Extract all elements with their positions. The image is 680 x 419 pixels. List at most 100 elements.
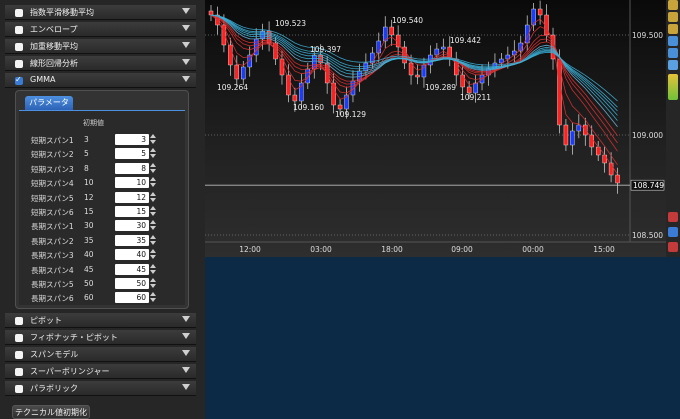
indicator-checkbox[interactable] bbox=[15, 317, 23, 325]
param-stepper[interactable] bbox=[150, 278, 156, 289]
chart-canvas[interactable]: 109.500 109.000 108.500 108.749 12:00 03:00 18… bbox=[205, 0, 666, 257]
param-input[interactable]: 10 bbox=[115, 177, 149, 189]
stepper-up-icon[interactable] bbox=[150, 249, 156, 254]
param-stepper[interactable] bbox=[150, 134, 156, 145]
param-input[interactable]: 40 bbox=[115, 249, 149, 261]
price-tick-label: 109.500 bbox=[632, 31, 663, 40]
indicator-row-top_items-0[interactable]: 指数平滑移動平均 bbox=[5, 5, 196, 20]
indicator-row-bottom_items-1[interactable]: フィボナッチ・ピボット bbox=[5, 330, 196, 345]
param-input[interactable]: 8 bbox=[115, 162, 149, 174]
indicator-checkbox[interactable] bbox=[15, 60, 23, 68]
stepper-up-icon[interactable] bbox=[150, 162, 156, 167]
indicator-row-bottom_items-0[interactable]: ピボット bbox=[5, 313, 196, 328]
stepper-down-icon[interactable] bbox=[150, 212, 156, 216]
param-stepper[interactable] bbox=[150, 162, 156, 174]
stepper-down-icon[interactable] bbox=[150, 298, 156, 303]
param-default: 40 bbox=[84, 250, 94, 260]
chevron-down-icon[interactable] bbox=[182, 76, 190, 82]
param-stepper[interactable] bbox=[150, 220, 156, 231]
chevron-down-icon[interactable] bbox=[182, 316, 190, 322]
tool-icon-7[interactable] bbox=[668, 212, 678, 222]
indicator-row-bottom_items-4[interactable]: パラボリック bbox=[5, 381, 196, 396]
candle-body bbox=[563, 124, 569, 146]
param-stepper[interactable] bbox=[150, 292, 156, 303]
stepper-down-icon[interactable] bbox=[150, 154, 156, 159]
param-stepper[interactable] bbox=[150, 206, 156, 217]
indicator-checkbox[interactable] bbox=[15, 75, 23, 85]
parameter-panel: パラメータ 初期値 短期スパン1 3 3 短期スパン2 5 5 短期スパン3 8 8 短期スパン4… bbox=[15, 90, 189, 309]
chevron-down-icon[interactable] bbox=[182, 59, 190, 65]
param-stepper[interactable] bbox=[150, 191, 156, 203]
tab-parameters[interactable]: パラメータ bbox=[25, 96, 73, 110]
stepper-up-icon[interactable] bbox=[150, 278, 156, 282]
stepper-down-icon[interactable] bbox=[150, 255, 156, 260]
indicator-checkbox[interactable] bbox=[15, 43, 23, 51]
reset-technical-button[interactable]: テクニカル値初期化 bbox=[12, 405, 90, 419]
stepper-down-icon[interactable] bbox=[150, 284, 156, 288]
param-stepper[interactable] bbox=[150, 234, 156, 246]
stepper-up-icon[interactable] bbox=[150, 263, 156, 268]
param-stepper[interactable] bbox=[150, 249, 156, 260]
indicator-checkbox[interactable] bbox=[15, 26, 23, 34]
stepper-down-icon[interactable] bbox=[150, 183, 156, 188]
param-stepper[interactable] bbox=[150, 177, 156, 188]
tool-icon-6[interactable] bbox=[668, 60, 678, 70]
tool-icon-8[interactable] bbox=[668, 227, 678, 237]
param-input[interactable]: 60 bbox=[115, 292, 149, 304]
param-input[interactable]: 15 bbox=[115, 206, 149, 217]
stepper-down-icon[interactable] bbox=[150, 226, 156, 231]
stepper-up-icon[interactable] bbox=[150, 206, 156, 210]
candle-body bbox=[241, 66, 246, 80]
tool-icon-3[interactable] bbox=[668, 24, 678, 34]
indicator-checkbox[interactable] bbox=[15, 385, 23, 393]
indicator-row-bottom_items-3[interactable]: スーパーボリンジャー bbox=[5, 364, 196, 379]
tool-icon-1[interactable] bbox=[668, 0, 678, 10]
indicator-checkbox[interactable] bbox=[15, 368, 23, 376]
stepper-down-icon[interactable] bbox=[150, 269, 156, 274]
param-default: 45 bbox=[84, 264, 94, 274]
chevron-down-icon[interactable] bbox=[182, 384, 190, 390]
param-input[interactable]: 50 bbox=[115, 278, 149, 289]
indicator-row-top_items-3[interactable]: 線形回帰分析 bbox=[5, 56, 196, 71]
indicator-row-top_items-2[interactable]: 加重移動平均 bbox=[5, 39, 196, 54]
param-stepper[interactable] bbox=[150, 263, 156, 275]
chevron-down-icon[interactable] bbox=[182, 333, 190, 339]
indicator-checkbox[interactable] bbox=[15, 9, 23, 17]
price-chart[interactable]: 109.500 109.000 108.500 108.749 12:00 03:00 18… bbox=[205, 0, 666, 257]
param-input[interactable]: 35 bbox=[115, 234, 149, 246]
chevron-down-icon[interactable] bbox=[182, 350, 190, 356]
chevron-down-icon[interactable] bbox=[182, 367, 190, 373]
indicator-row-top_items-4[interactable]: GMMA bbox=[5, 73, 196, 88]
indicator-row-bottom_items-2[interactable]: スパンモデル bbox=[5, 347, 196, 362]
stepper-down-icon[interactable] bbox=[150, 240, 156, 245]
stepper-up-icon[interactable] bbox=[150, 220, 156, 225]
stepper-down-icon[interactable] bbox=[150, 197, 156, 202]
tool-icon-2[interactable] bbox=[668, 12, 678, 22]
stepper-up-icon[interactable] bbox=[150, 148, 156, 153]
candle-body bbox=[537, 8, 543, 16]
indicator-checkbox[interactable] bbox=[15, 351, 23, 359]
tool-icon-9[interactable] bbox=[668, 242, 678, 252]
stepper-down-icon[interactable] bbox=[150, 140, 156, 144]
stepper-up-icon[interactable] bbox=[150, 234, 156, 239]
param-stepper[interactable] bbox=[150, 148, 156, 159]
stepper-up-icon[interactable] bbox=[150, 177, 156, 182]
stepper-up-icon[interactable] bbox=[150, 134, 156, 138]
param-input[interactable]: 30 bbox=[115, 220, 149, 232]
param-input[interactable]: 3 bbox=[115, 134, 149, 145]
param-input[interactable]: 5 bbox=[115, 148, 149, 160]
stepper-up-icon[interactable] bbox=[150, 292, 156, 297]
chevron-down-icon[interactable] bbox=[182, 42, 190, 48]
chevron-down-icon[interactable] bbox=[182, 25, 190, 31]
stepper-up-icon[interactable] bbox=[150, 191, 156, 196]
tool-icon-4[interactable] bbox=[668, 36, 678, 46]
indicator-row-top_items-1[interactable]: エンベロープ bbox=[5, 22, 196, 37]
stepper-down-icon[interactable] bbox=[150, 168, 156, 173]
param-input[interactable]: 45 bbox=[115, 263, 149, 275]
param-input[interactable]: 12 bbox=[115, 191, 149, 203]
tool-icon-5[interactable] bbox=[668, 48, 678, 58]
color-scale-icon[interactable] bbox=[668, 74, 678, 100]
chevron-down-icon[interactable] bbox=[182, 8, 190, 14]
candle-body bbox=[415, 74, 420, 78]
indicator-checkbox[interactable] bbox=[15, 334, 23, 342]
